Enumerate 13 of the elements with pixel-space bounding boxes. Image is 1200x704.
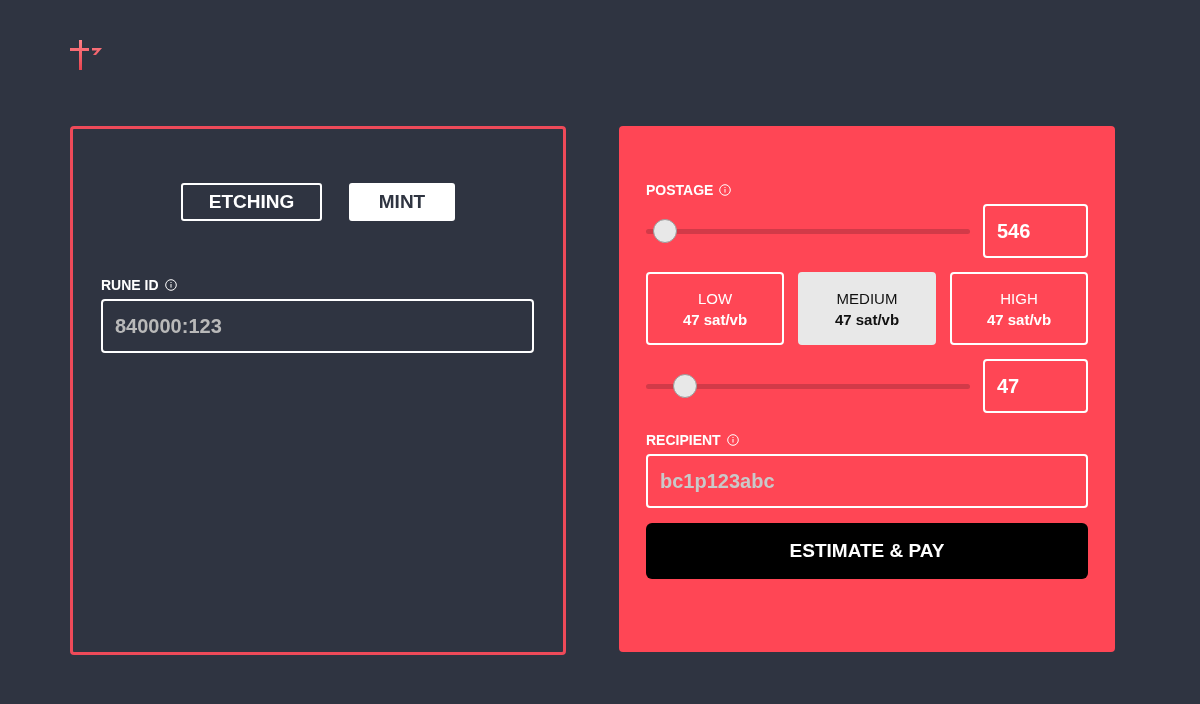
estimate-pay-button[interactable]: ESTIMATE & PAY (646, 523, 1088, 579)
field-label: RUNE ID (101, 277, 159, 293)
rune-id-input[interactable]: 840000:123 (101, 299, 534, 353)
mode-tab[interactable]: MINT (349, 183, 455, 221)
logo-icon (70, 40, 102, 70)
info-icon[interactable] (164, 279, 177, 291)
slider-thumb[interactable] (653, 219, 678, 243)
slider-thumb[interactable] (672, 374, 697, 398)
fee-option[interactable]: MEDIUM 47 sat/vb (798, 272, 936, 345)
field-label: RECIPIENT (646, 432, 721, 448)
recipient-input[interactable]: bc1p123abc (646, 454, 1088, 508)
mode-tab[interactable]: ETCHING (181, 183, 322, 221)
field-label: POSTAGE (646, 182, 714, 198)
